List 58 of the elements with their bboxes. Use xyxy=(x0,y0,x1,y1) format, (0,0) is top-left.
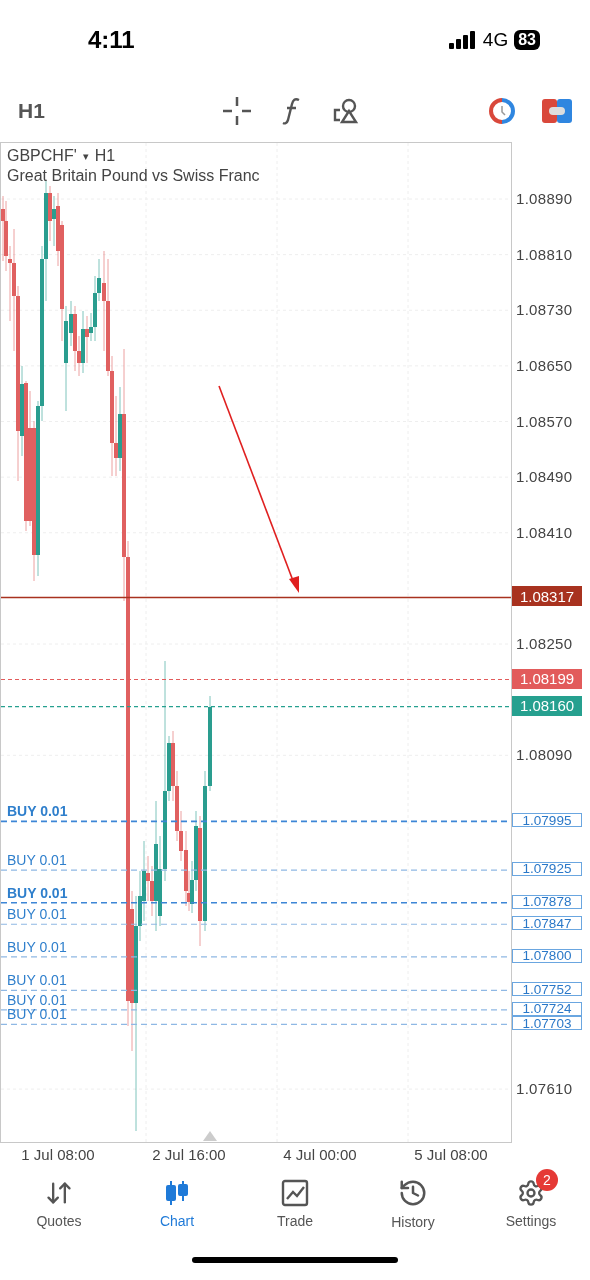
tab-item[interactable]: Chart xyxy=(118,1167,236,1240)
price-tick: 1.08730 xyxy=(516,300,573,318)
candlestick-icon xyxy=(164,1178,190,1207)
order-label: BUY 0.01 xyxy=(7,939,67,954)
order-price-badge: 1.07800 xyxy=(512,948,582,963)
price-tick: 1.07610 xyxy=(516,1079,573,1097)
toggle-icon[interactable] xyxy=(542,99,572,123)
symbol-description: Great Britain Pound vs Swiss Franc xyxy=(7,167,260,185)
order-label: BUY 0.01 xyxy=(7,853,67,868)
function-icon[interactable] xyxy=(282,97,302,125)
current-time-marker xyxy=(203,1131,217,1141)
price-tick: 1.08890 xyxy=(516,189,573,207)
time-tick: 1 Jul 08:00 xyxy=(21,1146,95,1163)
order-price-badge: 1.07878 xyxy=(512,894,582,909)
time-tick: 5 Jul 08:00 xyxy=(414,1146,488,1163)
price-tick: 1.08410 xyxy=(516,523,573,541)
settings-icon xyxy=(517,1178,545,1207)
order-price-badge: 1.07703 xyxy=(512,1016,582,1031)
order-price-badge: 1.07752 xyxy=(512,982,582,997)
battery-level: 83 xyxy=(514,30,540,50)
price-tick: 1.08090 xyxy=(516,745,573,763)
line-chart-icon xyxy=(281,1178,309,1207)
chart-area[interactable]: GBPCHF' ▾ H1 Great Britain Pound vs Swiss Franc BUY 0.01 BUY 0.01 BUY 0.01 BUY 0.01 BUY 0.01 BUY 0.01 BUY 0.01 BUY 0.01 xyxy=(0,142,512,1143)
tab-item[interactable]: Settings 2 xyxy=(472,1167,590,1240)
order-price-badge: 1.07925 xyxy=(512,862,582,877)
clock-circle-icon[interactable] xyxy=(488,97,516,125)
chart-timeframe: H1 xyxy=(94,147,116,165)
price-badge: 1.08199 xyxy=(512,668,582,689)
price-tick: 1.08250 xyxy=(516,634,573,652)
network-type: 4G xyxy=(482,29,509,51)
order-label: BUY 0.01 xyxy=(7,1007,67,1022)
tab-item[interactable]: Quotes xyxy=(0,1167,118,1240)
time-tick: 4 Jul 00:00 xyxy=(283,1146,357,1163)
price-tick: 1.08570 xyxy=(516,412,573,429)
price-tick: 1.08810 xyxy=(516,245,573,263)
price-tick: 1.08650 xyxy=(516,356,573,374)
signal-icon xyxy=(448,31,477,49)
price-badge: 1.08317 xyxy=(512,586,582,607)
order-price-badge: 1.07724 xyxy=(512,1001,582,1016)
tab-item[interactable]: Trade xyxy=(236,1167,354,1240)
price-tick: 1.08490 xyxy=(516,467,573,485)
order-label: BUY 0.01 xyxy=(7,907,67,922)
order-label: BUY 0.01 xyxy=(7,973,67,988)
symbol-name[interactable]: GBPCHF' xyxy=(7,147,77,165)
crosshair-icon[interactable] xyxy=(222,96,252,126)
order-price-badge: 1.07847 xyxy=(512,916,582,931)
status-time: 4:11 xyxy=(88,26,135,54)
order-label: BUY 0.01 xyxy=(7,804,68,819)
time-tick: 2 Jul 16:00 xyxy=(152,1146,226,1163)
tab-item[interactable]: History xyxy=(354,1167,472,1240)
shapes-icon[interactable] xyxy=(332,97,360,125)
timeframe-button[interactable]: H1 xyxy=(18,99,222,123)
order-price-badge: 1.07995 xyxy=(512,813,582,828)
dropdown-caret[interactable]: ▾ xyxy=(82,149,89,163)
order-label: BUY 0.01 xyxy=(7,885,68,900)
order-label: BUY 0.01 xyxy=(7,992,67,1007)
notification-badge: 2 xyxy=(536,1169,558,1191)
price-badge: 1.08160 xyxy=(512,695,582,716)
